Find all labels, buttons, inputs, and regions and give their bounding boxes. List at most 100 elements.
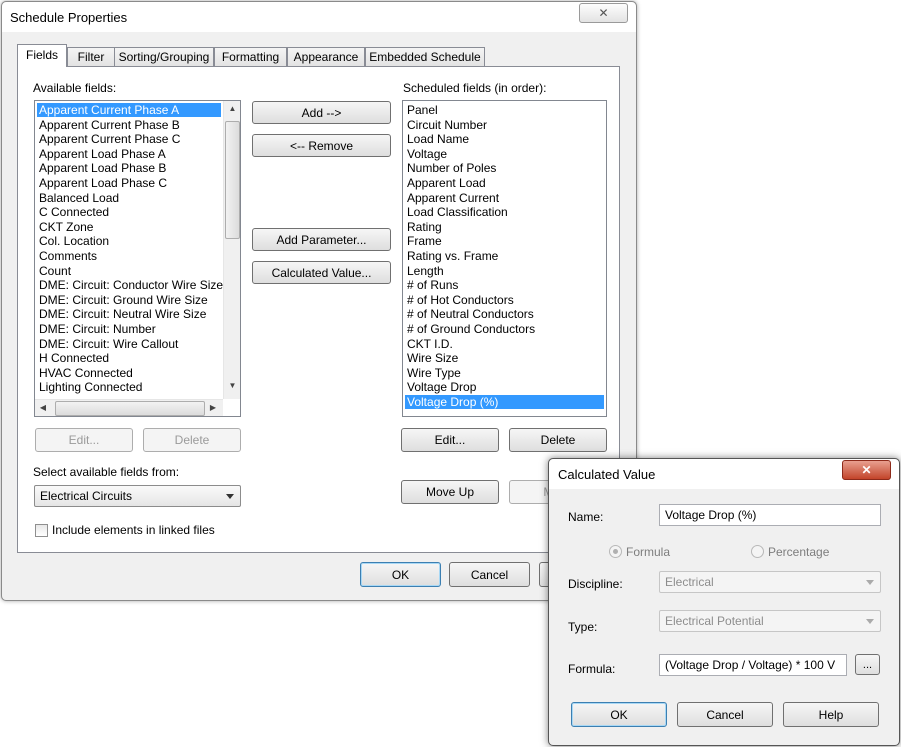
- available-field-item[interactable]: Apparent Current Phase C: [37, 132, 221, 146]
- scheduled-field-item[interactable]: # of Hot Conductors: [405, 293, 604, 307]
- add-field-button[interactable]: Add -->: [252, 101, 391, 124]
- scheduled-field-item[interactable]: Number of Poles: [405, 161, 604, 175]
- tab-filter[interactable]: Filter: [67, 47, 115, 66]
- scheduled-field-item[interactable]: Voltage: [405, 147, 604, 161]
- available-field-item[interactable]: H Connected: [37, 351, 221, 365]
- available-field-item[interactable]: Lighting Connected: [37, 380, 221, 394]
- radio-selected-dot: [613, 549, 618, 554]
- edit-scheduled-field-button[interactable]: Edit...: [401, 428, 499, 452]
- available-fields-list[interactable]: Apparent Current Phase A Apparent Current…: [34, 100, 241, 417]
- move-up-button[interactable]: Move Up: [401, 480, 499, 504]
- available-field-item[interactable]: DME: Circuit: Ground Wire Size: [37, 293, 221, 307]
- scheduled-fields-list[interactable]: Panel Circuit Number Load Name Voltage Numbe…: [402, 100, 607, 417]
- calc-ok-button[interactable]: OK: [571, 702, 667, 727]
- scheduled-fields-label: Scheduled fields (in order):: [403, 81, 547, 95]
- formula-input-value: (Voltage Drop / Voltage) * 100 V: [665, 658, 836, 672]
- available-field-item[interactable]: HVAC Connected: [37, 366, 221, 380]
- delete-available-field-button[interactable]: Delete: [143, 428, 241, 452]
- available-horizontal-scrollbar[interactable]: ◀ ▶: [35, 399, 223, 416]
- available-field-item[interactable]: Balanced Load: [37, 191, 221, 205]
- formula-radio-label: Formula: [626, 545, 671, 559]
- chevron-down-icon: [226, 494, 234, 499]
- scheduled-field-item[interactable]: # of Runs: [405, 278, 604, 292]
- scheduled-field-item[interactable]: Length: [405, 264, 604, 278]
- scheduled-field-item[interactable]: Rating: [405, 220, 604, 234]
- available-vertical-scrollbar[interactable]: ▲ ▼: [223, 101, 240, 399]
- available-field-item[interactable]: Apparent Load Phase C: [37, 176, 221, 190]
- type-dropdown[interactable]: Electrical Potential: [659, 610, 881, 632]
- scroll-up-arrow-icon[interactable]: ▲: [224, 104, 240, 113]
- percentage-radio-label: Percentage: [768, 545, 830, 559]
- available-field-item[interactable]: Count: [37, 264, 221, 278]
- calc-close-button[interactable]: ✕: [842, 460, 891, 480]
- horizontal-scroll-thumb[interactable]: [55, 401, 205, 416]
- name-input-value: Voltage Drop (%): [665, 508, 757, 522]
- available-field-item[interactable]: Col. Location: [37, 234, 221, 248]
- available-field-item[interactable]: DME: Circuit: Number: [37, 322, 221, 336]
- scheduled-field-item[interactable]: Voltage Drop (%): [405, 395, 604, 409]
- available-field-item[interactable]: Comments: [37, 249, 221, 263]
- name-label: Name:: [568, 510, 604, 524]
- include-linked-files-checkbox[interactable]: [35, 524, 48, 537]
- delete-scheduled-field-button[interactable]: Delete: [509, 428, 607, 452]
- scheduled-field-item[interactable]: Load Classification: [405, 205, 604, 219]
- formula-browse-button[interactable]: ...: [855, 654, 880, 675]
- available-field-item[interactable]: DME: Circuit: Conductor Wire Size: [37, 278, 223, 292]
- available-field-item[interactable]: Apparent Load Phase A: [37, 147, 221, 161]
- scheduled-field-item[interactable]: Voltage Drop: [405, 380, 604, 394]
- scheduled-field-item[interactable]: Panel: [405, 103, 604, 117]
- calc-help-button[interactable]: Help: [783, 702, 879, 727]
- scheduled-field-item[interactable]: Wire Type: [405, 366, 604, 380]
- add-parameter-button[interactable]: Add Parameter...: [252, 228, 391, 251]
- formula-input[interactable]: (Voltage Drop / Voltage) * 100 V: [659, 654, 847, 676]
- calc-cancel-button[interactable]: Cancel: [677, 702, 773, 727]
- scroll-right-arrow-icon[interactable]: ▶: [207, 403, 219, 412]
- ok-button[interactable]: OK: [360, 562, 441, 587]
- tab-formatting[interactable]: Formatting: [214, 47, 287, 66]
- tab-sorting-grouping[interactable]: Sorting/Grouping: [114, 47, 214, 66]
- close-icon: ✕: [598, 6, 609, 20]
- available-field-item[interactable]: C Connected: [37, 205, 221, 219]
- tab-appearance[interactable]: Appearance: [287, 47, 365, 66]
- scheduled-field-item[interactable]: Apparent Current: [405, 191, 604, 205]
- available-field-item[interactable]: CKT Zone: [37, 220, 221, 234]
- scroll-left-arrow-icon[interactable]: ◀: [37, 403, 49, 412]
- scheduled-field-item[interactable]: Rating vs. Frame: [405, 249, 604, 263]
- schedule-properties-dialog: Schedule Properties ✕ Fields Filter Sort…: [1, 1, 637, 601]
- scheduled-field-item[interactable]: CKT I.D.: [405, 337, 604, 351]
- available-fields-label: Available fields:: [33, 81, 117, 95]
- name-input[interactable]: Voltage Drop (%): [659, 504, 881, 526]
- available-field-item[interactable]: Apparent Current Phase A: [37, 103, 221, 117]
- select-fields-from-label: Select available fields from:: [33, 465, 180, 479]
- formula-radio[interactable]: [609, 545, 622, 558]
- chevron-down-icon: [866, 580, 874, 585]
- scheduled-field-item[interactable]: Frame: [405, 234, 604, 248]
- type-label: Type:: [568, 620, 598, 634]
- close-icon: ✕: [861, 463, 872, 477]
- vertical-scroll-thumb[interactable]: [225, 121, 240, 239]
- cancel-button[interactable]: Cancel: [449, 562, 530, 587]
- available-field-item[interactable]: DME: Circuit: Wire Callout: [37, 337, 221, 351]
- scheduled-field-item[interactable]: # of Neutral Conductors: [405, 307, 604, 321]
- calculated-value-button[interactable]: Calculated Value...: [252, 261, 391, 284]
- tab-fields[interactable]: Fields: [17, 44, 67, 67]
- scheduled-field-item[interactable]: Wire Size: [405, 351, 604, 365]
- calculated-value-dialog: Calculated Value ✕ Name: Voltage Drop (%…: [548, 458, 900, 746]
- close-button[interactable]: ✕: [579, 3, 628, 23]
- available-field-item[interactable]: DME: Circuit: Neutral Wire Size: [37, 307, 221, 321]
- remove-field-button[interactable]: <-- Remove: [252, 134, 391, 157]
- scheduled-field-item[interactable]: Load Name: [405, 132, 604, 146]
- scroll-down-arrow-icon[interactable]: ▼: [224, 381, 240, 390]
- formula-label: Formula:: [568, 662, 616, 676]
- percentage-radio[interactable]: [751, 545, 764, 558]
- scheduled-field-item[interactable]: Circuit Number: [405, 118, 604, 132]
- calc-content-area: Name: Voltage Drop (%) Formula Percentag…: [555, 489, 893, 737]
- scheduled-field-item[interactable]: # of Ground Conductors: [405, 322, 604, 336]
- tab-embedded-schedule[interactable]: Embedded Schedule: [365, 47, 485, 66]
- edit-available-field-button[interactable]: Edit...: [35, 428, 133, 452]
- available-field-item[interactable]: Apparent Load Phase B: [37, 161, 221, 175]
- select-fields-from-dropdown[interactable]: Electrical Circuits: [34, 485, 241, 507]
- scheduled-field-item[interactable]: Apparent Load: [405, 176, 604, 190]
- available-field-item[interactable]: Apparent Current Phase B: [37, 118, 221, 132]
- discipline-dropdown[interactable]: Electrical: [659, 571, 881, 593]
